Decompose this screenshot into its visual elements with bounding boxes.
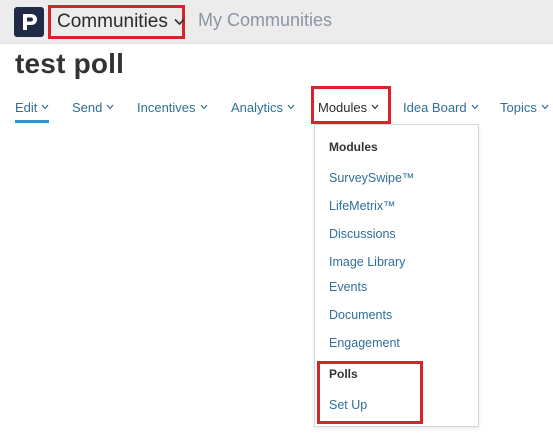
menu-item-engagement[interactable]: Engagement — [329, 336, 400, 350]
communities-menu-button[interactable]: Communities — [48, 5, 185, 39]
chevron-down-icon — [41, 104, 49, 110]
chevron-down-icon — [174, 18, 185, 26]
tab-label: Edit — [15, 99, 38, 115]
tab-label: Analytics — [231, 99, 284, 115]
chevron-down-icon — [371, 104, 379, 110]
tab-send[interactable]: Send — [72, 92, 114, 122]
chevron-down-icon — [471, 104, 479, 110]
nav-tabs: Edit Send Incentives Analytics Modules I… — [0, 92, 553, 123]
menu-item-surveyswipe[interactable]: SurveySwipe™ — [329, 171, 414, 185]
polls-section-heading: Polls — [329, 367, 358, 381]
tab-incentives[interactable]: Incentives — [137, 92, 208, 122]
tab-idea-board[interactable]: Idea Board — [403, 92, 479, 122]
my-communities-link[interactable]: My Communities — [198, 10, 332, 31]
tab-label: Idea Board — [403, 99, 467, 115]
tab-label: Topics — [500, 99, 537, 115]
page-title: test poll — [15, 48, 125, 79]
menu-item-documents[interactable]: Documents — [329, 308, 392, 322]
menu-item-events[interactable]: Events — [329, 280, 367, 294]
modules-section-heading: Modules — [329, 140, 378, 154]
modules-dropdown-menu: Modules SurveySwipe™ LifeMetrix™ Discuss… — [314, 124, 479, 427]
chevron-down-icon — [106, 104, 114, 110]
tab-label: Incentives — [137, 99, 196, 115]
communities-label: Communities — [57, 11, 168, 32]
menu-item-set-up[interactable]: Set Up — [329, 398, 367, 412]
menu-item-image-library[interactable]: Image Library — [329, 255, 405, 269]
tab-analytics[interactable]: Analytics — [231, 92, 295, 122]
chevron-down-icon — [541, 104, 549, 110]
tab-label: Send — [72, 99, 103, 115]
p-logo-glyph — [23, 14, 37, 30]
tab-edit[interactable]: Edit — [15, 92, 50, 123]
tab-modules[interactable]: Modules — [318, 92, 379, 122]
chevron-down-icon — [200, 104, 208, 110]
tab-label: Modules — [318, 99, 368, 115]
top-bar: Communities My Communities — [0, 0, 553, 44]
tab-topics[interactable]: Topics — [500, 92, 549, 122]
menu-item-lifemetrix[interactable]: LifeMetrix™ — [329, 199, 396, 213]
p-logo-icon[interactable] — [14, 7, 44, 37]
menu-item-discussions[interactable]: Discussions — [329, 227, 396, 241]
chevron-down-icon — [287, 104, 295, 110]
